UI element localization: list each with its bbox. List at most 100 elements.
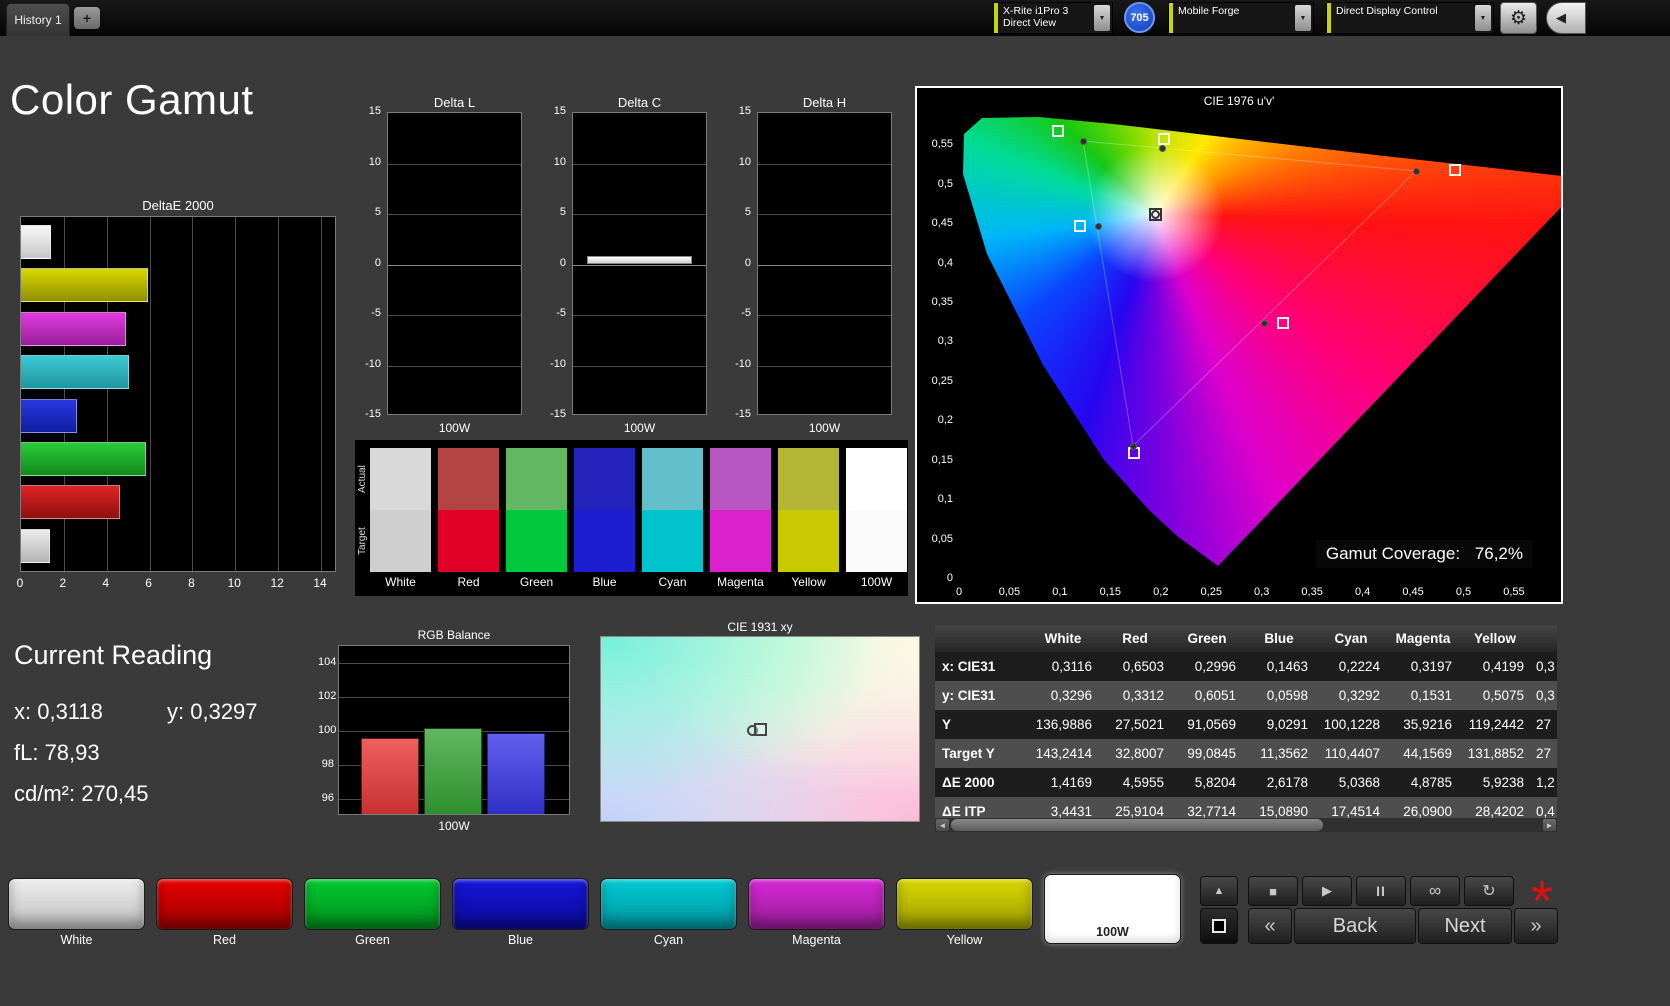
delta-chart-title: Delta C [617, 95, 662, 110]
table-cell: 9,0291 [1266, 717, 1308, 732]
delta-gridline [573, 214, 706, 215]
target-square-red [1449, 164, 1461, 176]
tab-history-1[interactable]: History 1 [6, 3, 70, 36]
table-cell: 27 [1536, 746, 1552, 761]
pattern-color-block [156, 878, 293, 930]
table-cell: 27 [1536, 717, 1552, 732]
table-cell: 4,8785 [1410, 775, 1452, 790]
infinity-icon: ∞ [1428, 881, 1442, 900]
delta-value-bar [587, 256, 692, 265]
collapse-panel-icon[interactable]: ◀ [1546, 2, 1586, 34]
rgb-y-tick: 98 [321, 758, 334, 770]
cie1976-x-tick: 0,15 [1099, 586, 1122, 598]
cie1976-plot-area [959, 90, 1561, 579]
display-control-dropdown[interactable]: Direct Display Control ▼ [1326, 2, 1494, 34]
table-header-cell: Red [1122, 631, 1148, 646]
rgb-balance-chart: RGB Balance 104 102 100 98 96 100W [318, 628, 576, 840]
pattern-button-blue[interactable]: Blue [452, 878, 589, 947]
rgb-y-tick: 100 [318, 724, 337, 736]
rgb-gridline [339, 697, 569, 698]
pattern-button-100w[interactable]: 100W [1044, 874, 1181, 944]
scrollbar-thumb[interactable] [951, 819, 1323, 831]
chevron-down-icon[interactable]: ▼ [1295, 5, 1311, 31]
table-cell: 0,3 [1536, 688, 1555, 703]
scroll-left-icon[interactable]: ◄ [936, 819, 949, 831]
add-tab-button[interactable]: + [74, 7, 100, 29]
chevron-down-icon[interactable]: ▼ [1094, 5, 1110, 31]
pattern-button-white[interactable]: White [8, 878, 145, 947]
swatch-target [846, 510, 907, 572]
table-row: Target Y 143,2414 32,8007 99,0845 11,3562 110… [935, 739, 1557, 768]
pattern-button-yellow[interactable]: Yellow [896, 878, 1033, 947]
page-back-icon[interactable]: « [1248, 908, 1292, 944]
white-point-circle [1151, 210, 1160, 219]
cie1976-x-tick: 0,3 [1254, 586, 1270, 598]
loop-icon: ↻ [1482, 883, 1496, 900]
stop-button[interactable]: ■ [1248, 876, 1298, 906]
actual-target-swatch-strip: Actual Target White Red Green Blue Cyan Magen… [355, 440, 908, 596]
cie1976-x-tick: 0,4 [1354, 586, 1371, 598]
pattern-color-block [8, 878, 145, 930]
delta-gridline [388, 365, 521, 367]
up-arrow-button[interactable]: ▲ [1200, 876, 1238, 906]
pattern-button-label: Red [213, 933, 236, 947]
pattern-button-label: 100W [1096, 925, 1129, 939]
delta-y-tick: 5 [744, 206, 751, 218]
play-button[interactable]: ▶ [1302, 876, 1352, 906]
swatch-actual [778, 448, 839, 510]
delta-gridline [388, 163, 521, 165]
source-dropdown[interactable]: Mobile Forge ▼ [1168, 2, 1314, 34]
table-horizontal-scrollbar[interactable]: ◄ ► [935, 818, 1557, 832]
top-bar: History 1 + X-Rite i1Pro 3 Direct View ▼… [0, 0, 1670, 36]
gear-icon[interactable]: ⚙ [1500, 2, 1537, 34]
rgb-y-tick: 102 [318, 690, 337, 702]
chevron-down-icon[interactable]: ▼ [1475, 5, 1491, 31]
meter-dropdown[interactable]: X-Rite i1Pro 3 Direct View ▼ [993, 2, 1113, 34]
swatch-actual [370, 448, 431, 510]
delta-chart-delta-h: Delta H 15 10 5 0 -5 -10 -15 100W [721, 95, 893, 443]
back-button[interactable]: Back [1294, 908, 1416, 944]
table-cell: 0,3312 [1122, 688, 1164, 703]
deltae-gridline [192, 217, 194, 571]
table-cell: 143,2414 [1035, 746, 1092, 761]
table-cell: 25,9104 [1115, 804, 1164, 819]
pattern-button-magenta[interactable]: Magenta [748, 878, 885, 947]
delta-y-tick: 0 [559, 256, 566, 269]
pattern-button-green[interactable]: Green [304, 878, 441, 947]
deltae-x-tick: 6 [145, 576, 152, 590]
loop-button[interactable]: ↻ [1464, 876, 1514, 906]
table-cell: 0,3292 [1338, 688, 1380, 703]
page-next-icon[interactable]: » [1514, 908, 1558, 944]
delta-y-tick: -10 [735, 357, 751, 370]
cie1976-y-tick: 0,4 [937, 256, 953, 269]
table-row: y: CIE31 0,3296 0,3312 0,6051 0,0598 0,3292 0,… [935, 681, 1557, 710]
pattern-button-red[interactable]: Red [156, 878, 293, 947]
rgb-y-tick: 96 [321, 792, 334, 804]
table-cell: 0,1531 [1410, 688, 1452, 703]
table-cell: 35,9216 [1403, 717, 1452, 732]
table-cell: 0,2996 [1194, 659, 1236, 674]
cie1976-y-tick: 0,1 [937, 493, 953, 506]
cie1931-zoom-area [600, 636, 920, 822]
swatch-actual [846, 448, 907, 510]
delta-y-tick: 0 [744, 256, 751, 269]
table-cell: 26,0900 [1403, 804, 1452, 819]
pattern-window-button[interactable] [1200, 908, 1238, 944]
swatch-label: 100W [860, 575, 893, 589]
rgb-balance-plot-area [338, 645, 570, 815]
continuous-button[interactable]: ∞ [1410, 876, 1460, 906]
pattern-button-cyan[interactable]: Cyan [600, 878, 737, 947]
delta-y-tick: 0 [374, 256, 381, 269]
pattern-color-block [748, 878, 885, 930]
table-cell: 0,3116 [1051, 659, 1092, 674]
next-button[interactable]: Next [1418, 908, 1512, 944]
table-row-label: Y [942, 717, 952, 732]
delta-gridline [388, 264, 521, 266]
pause-button[interactable]: II [1356, 876, 1406, 906]
table-cell: 4,5955 [1122, 775, 1164, 790]
gamut-coverage-readout: Gamut Coverage: 76,2% [1315, 540, 1533, 568]
scroll-right-icon[interactable]: ► [1543, 819, 1556, 831]
table-row-label: x: CIE31 [942, 659, 996, 674]
table-cell: 0,5075 [1482, 688, 1524, 703]
deltae-gridline [321, 217, 322, 571]
